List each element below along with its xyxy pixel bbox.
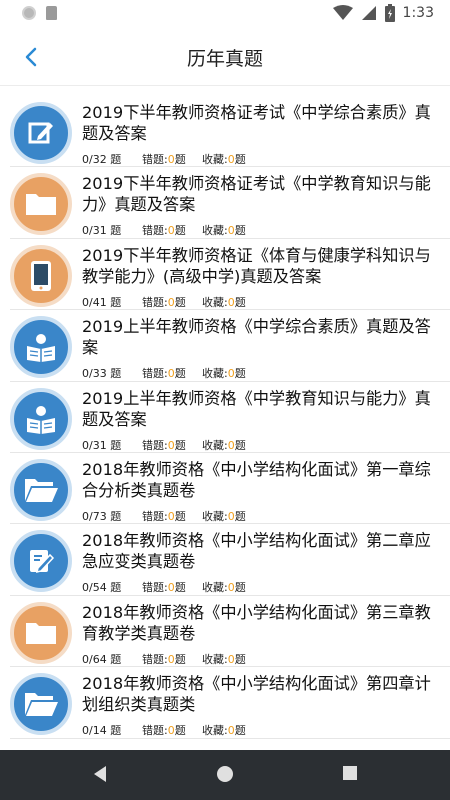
battery-icon: [384, 4, 395, 22]
item-title: 2019上半年教师资格《中学综合素质》真题及答案: [82, 317, 431, 358]
system-navbar: [0, 750, 450, 800]
item-meta: 0/54 题 错题:0题 收藏:0题: [82, 579, 246, 595]
favorite-count: 收藏:0题: [202, 581, 246, 595]
open-folder-icon: [10, 673, 72, 736]
nav-recents-icon[interactable]: [342, 765, 358, 781]
item-title: 2019下半年教师资格证考试《中学教育知识与能力》真题及答案: [82, 174, 431, 215]
progress-count: 0/14 题: [82, 724, 122, 738]
list-item[interactable]: 2019下半年教师资格证考试《中学教育知识与能力》真题及答案 0/31 题 错题:0…: [10, 167, 450, 239]
list-item[interactable]: 2018年教师资格《中小学结构化面试》第四章计划组织类真题类 0/14 题 错题:0…: [10, 667, 450, 739]
progress-count: 0/31 题: [82, 438, 122, 452]
list-item[interactable]: 2018年教师资格《中小学结构化面试》第二章应急应变类真题卷 0/54 题 错题:0…: [10, 524, 450, 596]
app-header: 历年真题: [0, 28, 450, 86]
progress-count: 0/32 题: [82, 153, 122, 166]
list-item[interactable]: 2018年教师资格《中小学结构化面试》第三章教育教学类真题卷 0/64 题 错题:0…: [10, 596, 450, 668]
progress-count: 0/41 题: [82, 295, 122, 309]
progress-count: 0/64 题: [82, 652, 122, 666]
item-title: 2019上半年教师资格《中学教育知识与能力》真题及答案: [82, 388, 431, 429]
edit-icon: [10, 102, 72, 164]
progress-count: 0/33 题: [82, 367, 122, 381]
clock: 1:33: [402, 5, 434, 21]
item-title: 2018年教师资格《中小学结构化面试》第三章教育教学类真题卷: [82, 602, 431, 643]
nav-home-icon[interactable]: [216, 765, 234, 783]
wrong-count: 错题:0题: [142, 509, 186, 523]
wifi-icon: [332, 5, 353, 20]
status-bar: 1:33: [0, 0, 450, 28]
favorite-count: 收藏:0题: [202, 295, 246, 309]
reader-icon: [10, 387, 72, 450]
wrong-count: 错题:0题: [142, 153, 186, 166]
page-title: 历年真题: [186, 48, 263, 70]
item-meta: 0/41 题 错题:0题 收藏:0题: [82, 294, 246, 310]
list-item[interactable]: 2019上半年教师资格《中学教育知识与能力》真题及答案 0/31 题 错题:0题 收藏…: [10, 382, 450, 453]
progress-count: 0/73 题: [82, 509, 122, 523]
favorite-count: 收藏:0题: [202, 367, 246, 381]
wrong-count: 错题:0题: [142, 367, 186, 381]
folder-icon: [10, 601, 72, 664]
list-item[interactable]: 2019下半年教师资格证《体育与健康学科知识与教学能力》(高级中学)真题及答案 0…: [10, 239, 450, 311]
item-meta: 0/33 题 错题:0题 收藏:0题: [82, 365, 246, 381]
open-folder-icon: [10, 458, 72, 521]
item-meta: 0/64 题 错题:0题 收藏:0题: [82, 651, 246, 667]
item-title: 2019下半年教师资格证考试《中学综合素质》真题及答案: [82, 103, 431, 143]
wrong-count: 错题:0题: [142, 581, 186, 595]
item-title: 2019下半年教师资格证《体育与健康学科知识与教学能力》(高级中学)真题及答案: [82, 245, 431, 286]
exam-list: 2019下半年教师资格证考试《中学综合素质》真题及答案 0/32 题错题:0题 收藏…: [0, 96, 450, 739]
item-meta: 0/73 题 错题:0题 收藏:0题: [82, 508, 246, 524]
item-meta: 0/14 题 错题:0题 收藏:0题: [82, 722, 246, 738]
list-item[interactable]: 2019下半年教师资格证考试《中学综合素质》真题及答案 0/32 题 错题:0题 收藏…: [10, 96, 450, 168]
progress-count: 0/54 题: [82, 581, 122, 595]
reader-icon: [10, 316, 72, 379]
sd-card-icon: [46, 6, 57, 20]
phone-icon: [10, 244, 72, 307]
wrong-count: 错题:0题: [142, 652, 186, 666]
item-title: 2018年教师资格《中小学结构化面试》第四章计划组织类真题类: [82, 674, 431, 715]
favorite-count: 收藏:0题: [202, 224, 246, 238]
folder-icon: [10, 173, 72, 236]
nav-back-icon[interactable]: [92, 765, 108, 783]
wrong-count: 错题:0题: [142, 224, 186, 238]
progress-count: 0/31 题: [82, 224, 122, 238]
item-title: 2018年教师资格《中小学结构化面试》第二章应急应变类真题卷: [82, 531, 431, 572]
favorite-count: 收藏:0题: [202, 652, 246, 666]
item-meta: 0/32 题 错题:0题 收藏:0题: [82, 151, 246, 167]
list-item[interactable]: 2019上半年教师资格《中学综合素质》真题及答案 0/33 题 错题:0题 收藏:0题: [10, 310, 450, 382]
wrong-count: 错题:0题: [142, 724, 186, 738]
favorite-count: 收藏:0题: [202, 509, 246, 523]
item-title: 2018年教师资格《中小学结构化面试》第一章综合分析类真题卷: [82, 459, 431, 500]
favorite-count: 收藏:0题: [202, 724, 246, 738]
favorite-count: 收藏:0题: [202, 153, 246, 166]
notification-dot-icon: [22, 6, 36, 20]
item-meta: 0/31 题 错题:0题 收藏:0题: [82, 437, 246, 453]
list-item[interactable]: 2018年教师资格《中小学结构化面试》第一章综合分析类真题卷 0/73 题 错题:0…: [10, 453, 450, 525]
wrong-count: 错题:0题: [142, 295, 186, 309]
item-meta: 0/31 题 错题:0题 收藏:0题: [82, 222, 246, 238]
edit-note-icon: [10, 530, 72, 593]
wrong-count: 错题:0题: [142, 438, 186, 452]
favorite-count: 收藏:0题: [202, 438, 246, 452]
signal-icon: [361, 6, 376, 20]
